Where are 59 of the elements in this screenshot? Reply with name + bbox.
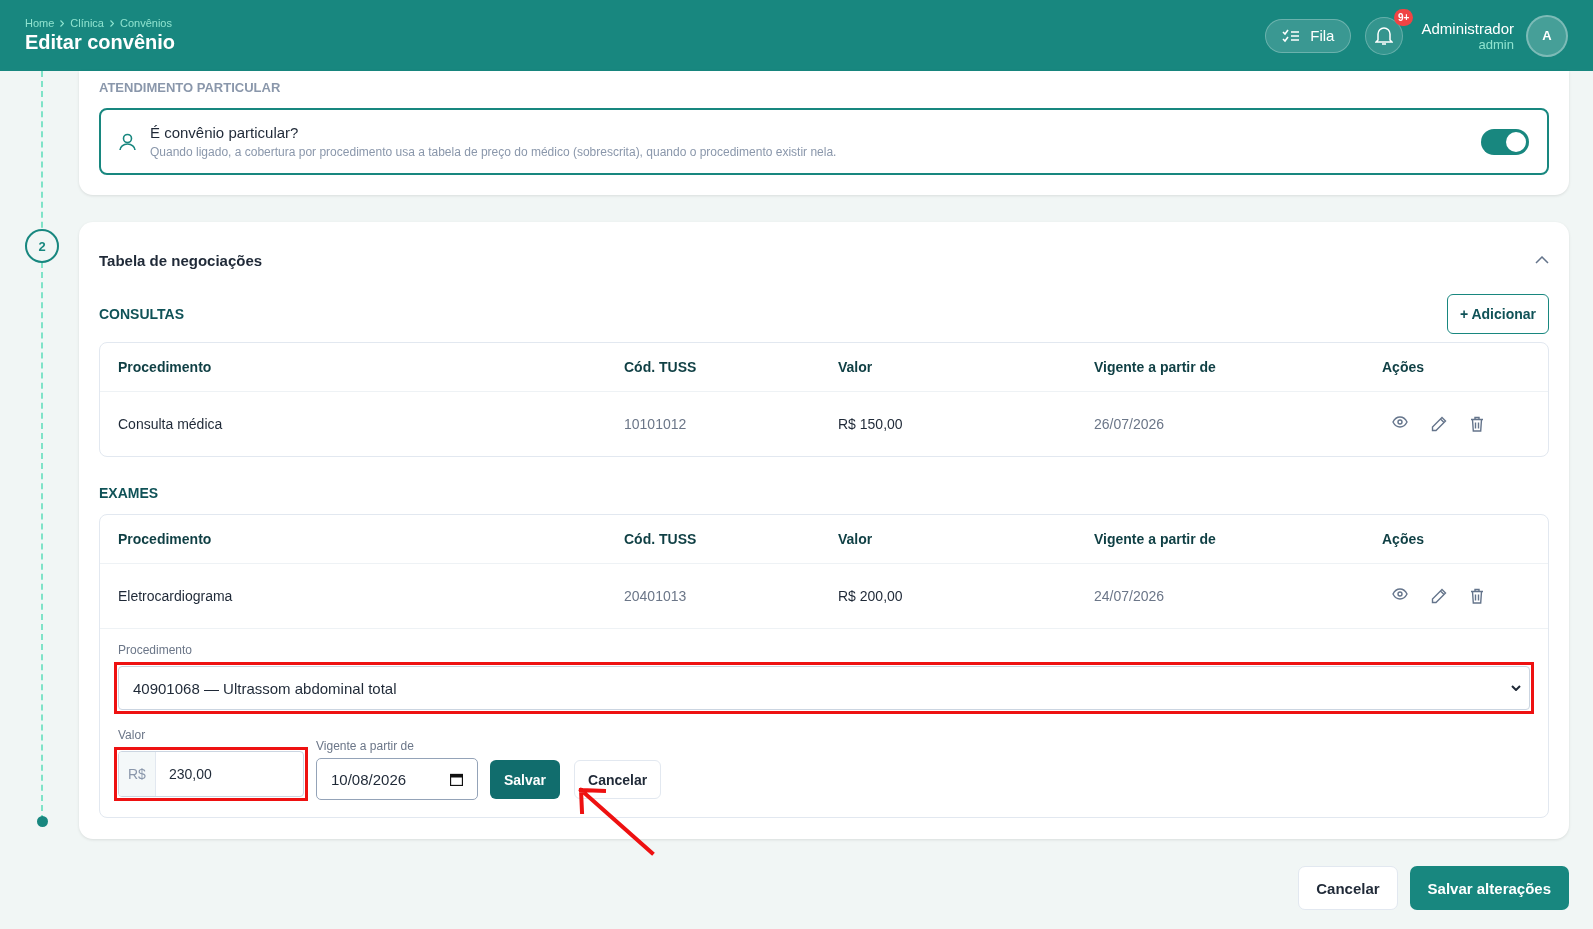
table-cell-text: 20401013 xyxy=(624,588,688,604)
toggle-label: É convênio particular? xyxy=(150,124,300,141)
table-cell-text: 10101012 xyxy=(624,416,688,432)
delete-icon[interactable] xyxy=(1470,588,1484,604)
add-button[interactable]: + Adicionar xyxy=(1446,294,1549,334)
calendar-icon[interactable] xyxy=(450,772,463,786)
column-header: Procedimento xyxy=(118,359,213,375)
user-name: Administrador xyxy=(1421,19,1514,37)
edit-icon[interactable] xyxy=(1431,416,1447,432)
step-end-dot xyxy=(37,816,48,827)
delete-icon[interactable] xyxy=(1470,416,1484,432)
table-cell-text: 24/07/2026 xyxy=(1094,588,1166,604)
column-header: Vigente a partir de xyxy=(1094,359,1217,375)
step-number: 2 xyxy=(25,229,59,263)
column-header: Cód. TUSS xyxy=(624,531,698,547)
user-icon xyxy=(119,132,136,151)
column-header: Cód. TUSS xyxy=(624,359,698,375)
user-role: admin xyxy=(1477,36,1514,52)
view-icon[interactable] xyxy=(1392,588,1408,600)
table-cell-text: Eletrocardiograma xyxy=(118,588,234,604)
save-button[interactable]: Salvar xyxy=(490,760,561,799)
field-label: Procedimento xyxy=(118,643,194,657)
bell-icon xyxy=(1375,25,1394,46)
cancel-button[interactable]: Cancelar xyxy=(1298,866,1398,910)
toggle-switch[interactable] xyxy=(1481,128,1529,155)
table-cell-text: Consulta médica xyxy=(118,416,224,432)
chevron-down-icon xyxy=(1511,685,1521,691)
table-cell-text: 26/07/2026 xyxy=(1094,416,1166,432)
toggle-hint: Quando ligado, a cobertura por procedimento usa a tabela de preço do médico (sobrescrita), quando o procedimento existir nela. xyxy=(150,145,838,159)
queue-button[interactable]: Fila xyxy=(1265,18,1352,53)
notification-badge: 9+ xyxy=(1394,8,1414,26)
section-heading: ATENDIMENTO PARTICULAR xyxy=(99,80,282,95)
field-label: Valor xyxy=(118,728,147,742)
date-field[interactable]: 10/08/2026 xyxy=(316,758,478,800)
breadcrumb-link[interactable]: Convênios xyxy=(119,17,172,29)
checklist-icon xyxy=(1282,28,1301,43)
group-heading: EXAMES xyxy=(99,485,159,501)
select-field[interactable]: 40901068 — Ultrassom abdominal total xyxy=(118,666,1530,710)
save-changes-button[interactable]: Salvar alterações xyxy=(1409,866,1569,910)
column-header: Ações xyxy=(1382,359,1426,375)
chevron-right-icon xyxy=(60,19,65,27)
table-cell-text: R$ 200,00 xyxy=(838,588,904,604)
field-label: Vigente a partir de xyxy=(316,739,415,753)
column-header: Vigente a partir de xyxy=(1094,531,1217,547)
column-header: Valor xyxy=(838,359,874,375)
price-field[interactable]: R$ 230,00 xyxy=(118,751,304,797)
section-title: Tabela de negociações xyxy=(99,251,263,269)
chevron-up-icon[interactable] xyxy=(1535,256,1549,264)
edit-icon[interactable] xyxy=(1431,588,1447,604)
column-header: Valor xyxy=(838,531,874,547)
chevron-right-icon xyxy=(109,19,114,27)
column-header: Ações xyxy=(1382,531,1426,547)
page-title: Editar convênio xyxy=(25,31,176,54)
table-cell-text: R$ 150,00 xyxy=(838,416,904,432)
group-heading: CONSULTAS xyxy=(99,306,185,322)
user-avatar[interactable]: A xyxy=(1526,14,1568,57)
column-header: Procedimento xyxy=(118,531,213,547)
view-icon[interactable] xyxy=(1392,416,1408,428)
cancel-button[interactable]: Cancelar xyxy=(574,760,662,799)
